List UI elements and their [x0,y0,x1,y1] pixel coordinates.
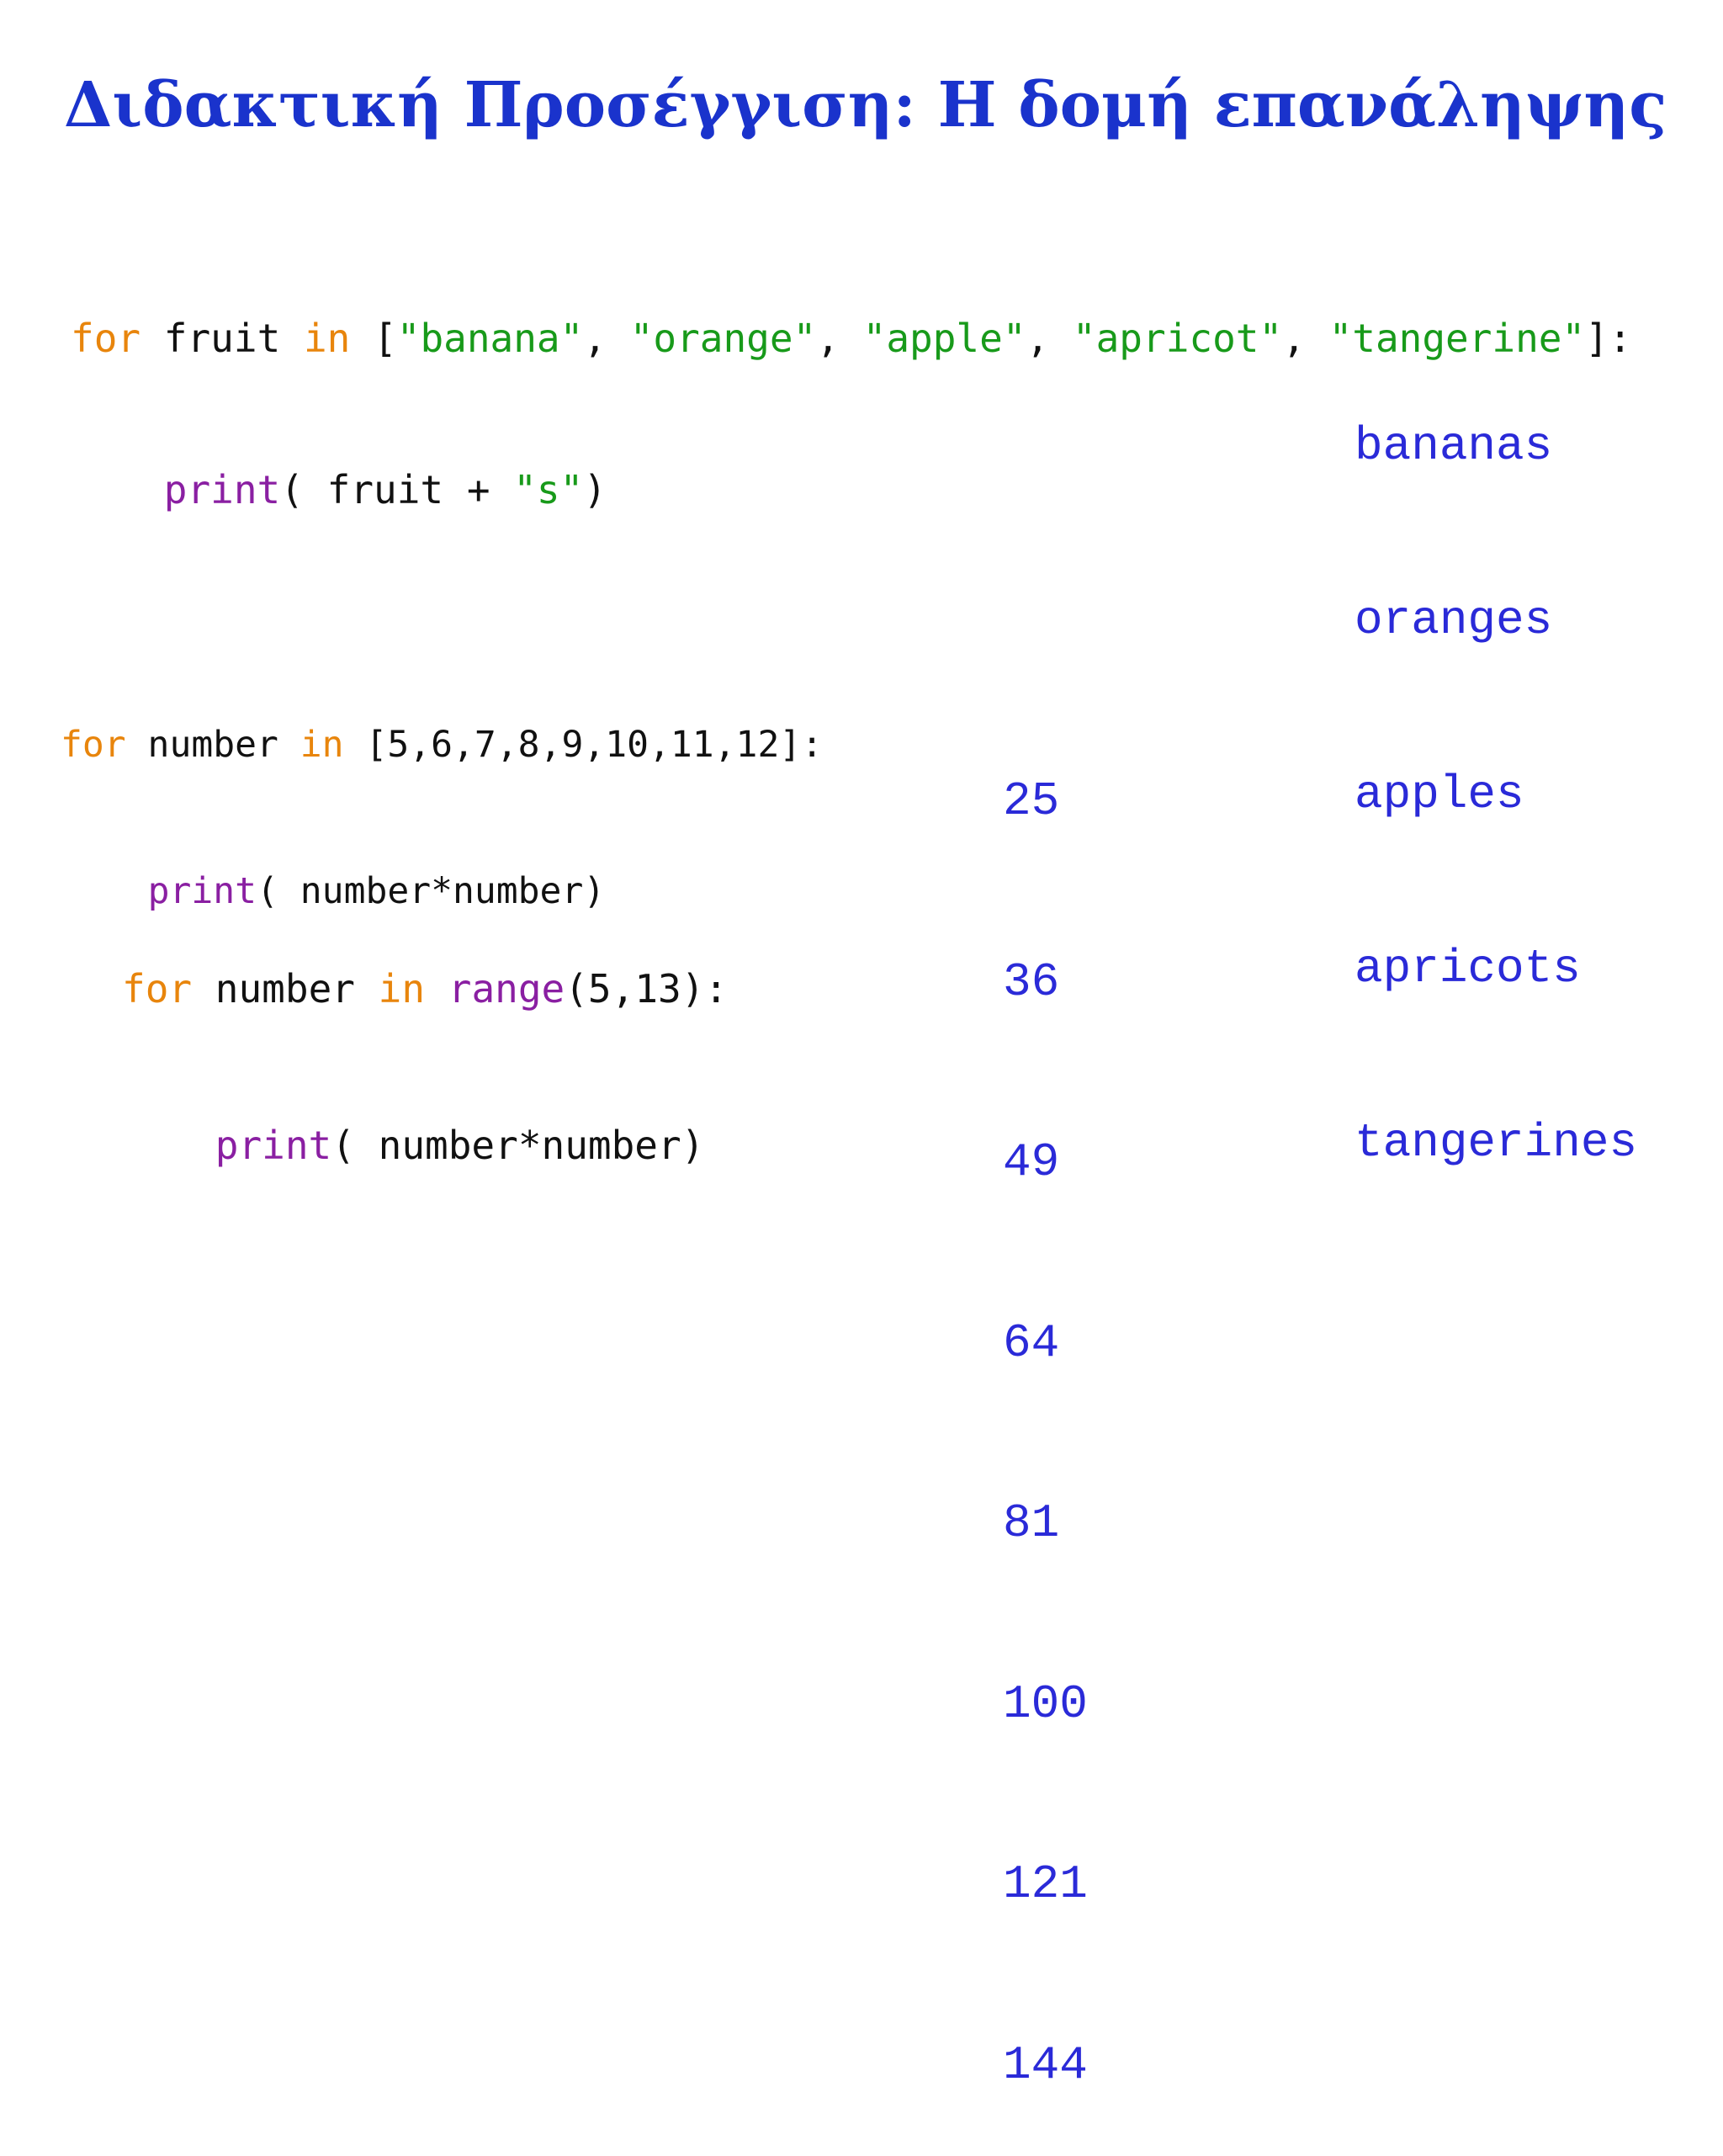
code-variable: fruit [140,316,304,361]
code-string: "apricot" [1072,316,1283,361]
output-line: 49 [1003,1135,1060,1189]
code-string: "banana" [396,316,584,361]
output-line: apricots [1355,942,1581,996]
keyword-in: in [300,724,344,766]
code-comma: , [1282,316,1329,361]
code-line-1: for number in range(5,13): [122,963,728,1015]
function-print: print [163,467,281,512]
code-list: [5,6,7,8,9,10,11,12]: [343,724,824,766]
keyword-for: for [71,316,141,361]
code-comma: , [816,316,863,361]
output-line: 25 [1003,774,1060,828]
output-line: tangerines [1355,1116,1638,1170]
code-args: ( number*number) [331,1123,705,1168]
output-line: 36 [1003,954,1060,1009]
code-string: "apple" [862,316,1026,361]
code-paren-close: ) [583,467,607,512]
code-line-2: print( number*number) [122,1119,728,1171]
code-string: "orange" [629,316,817,361]
output-line: 81 [1003,1496,1060,1550]
code-comma: , [583,316,630,361]
output-fruits: bananas oranges apples apricots tangerin… [1355,301,1637,1230]
keyword-in: in [303,316,351,361]
output-line: 64 [1003,1315,1060,1370]
output-line: bananas [1355,419,1553,473]
output-line: 121 [1003,1857,1088,1911]
keyword-for: for [61,724,126,766]
slide-title: Διδακτική Προσέγγιση: Η δομή επανάληψης [64,69,1667,141]
code-line-1: for number in [5,6,7,8,9,10,11,12]: [61,720,823,769]
code-range-args: (5,13): [565,966,729,1012]
output-line: 144 [1003,2037,1088,2092]
code-variable: number [125,724,300,766]
code-args: ( fruit + [280,467,514,512]
code-bracket-open: [ [350,316,397,361]
code-string: "s" [513,467,584,512]
code-block-range-loop: for number in range(5,13): print( number… [122,858,728,1224]
code-comma: , [1026,316,1073,361]
keyword-in: in [378,966,426,1012]
code-variable: number [192,966,379,1012]
output-line: oranges [1355,593,1553,647]
output-squares: 25 36 49 64 81 100 121 144 [1003,651,1088,2156]
keyword-for: for [122,966,193,1012]
function-print: print [215,1123,332,1168]
function-range: range [448,966,565,1012]
output-line: apples [1355,767,1524,821]
output-line: 100 [1003,1676,1088,1731]
